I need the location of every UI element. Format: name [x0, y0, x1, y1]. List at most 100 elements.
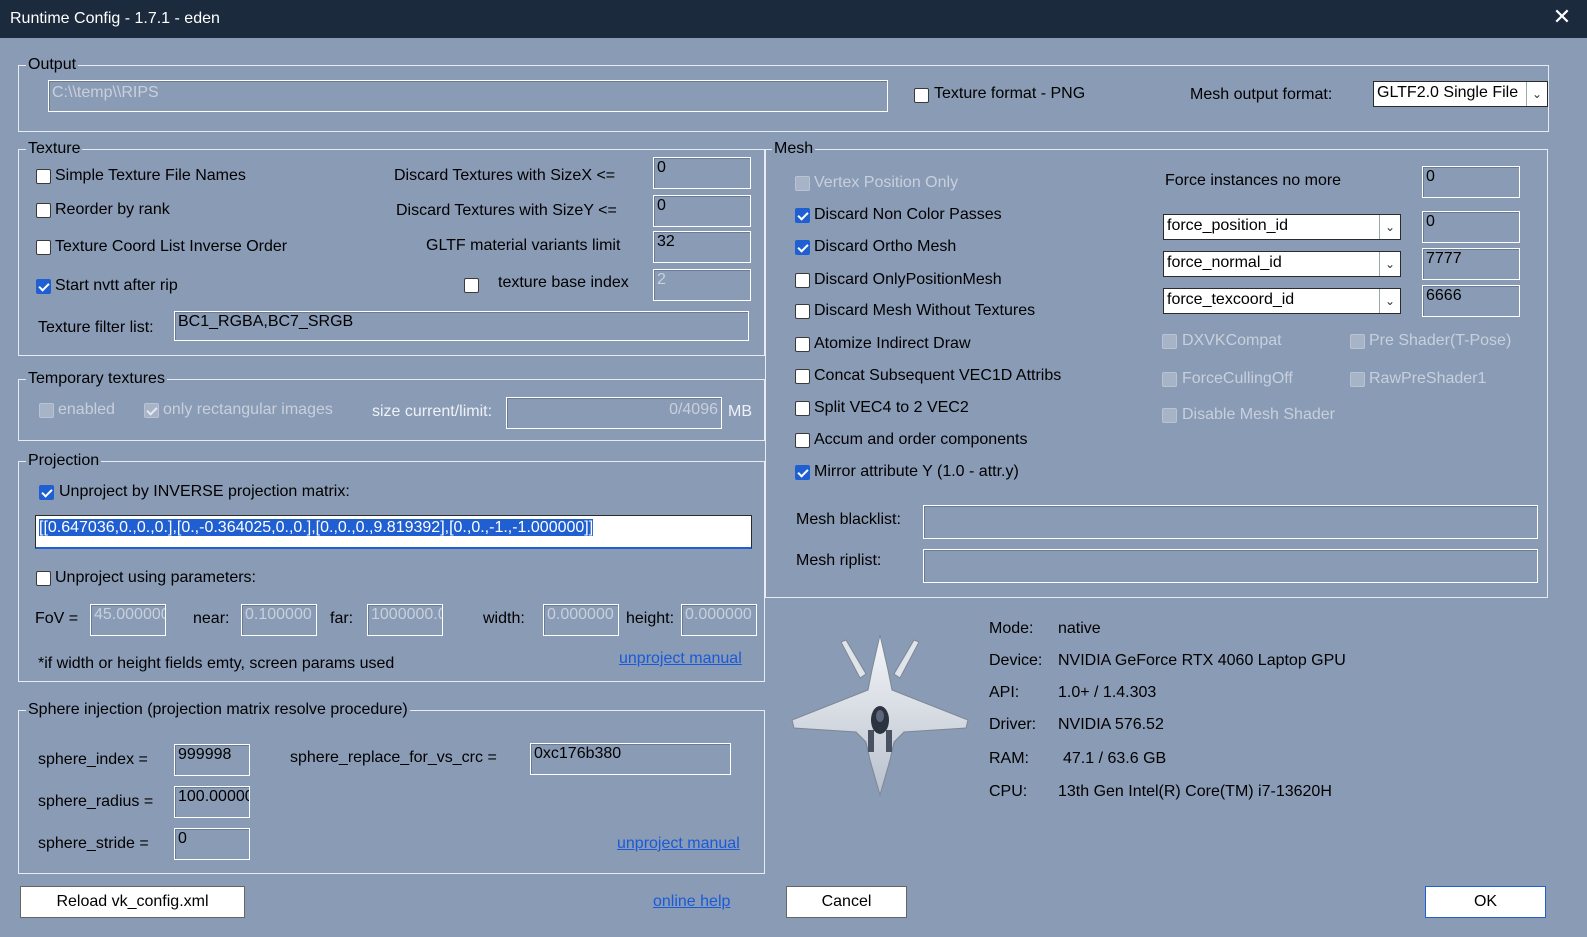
force-position-field[interactable]: 0 [1422, 211, 1520, 243]
reorder-rank-checkbox[interactable] [36, 203, 51, 218]
title-bar: Runtime Config - 1.7.1 - eden ✕ [0, 0, 1587, 38]
info-cpu-key: CPU: [989, 783, 1028, 800]
discard-no-tex-label: Discard Mesh Without Textures [814, 302, 1036, 319]
atomize-checkbox[interactable] [795, 337, 810, 352]
near-field[interactable]: 0.100000 [241, 604, 317, 636]
dxvk-label: DXVKCompat [1182, 332, 1282, 349]
force-texcoord-select[interactable]: force_texcoord_id ⌄ [1163, 288, 1401, 314]
sphere-replace-field[interactable]: 0xc176b380 [530, 743, 731, 775]
info-device-value: NVIDIA GeForce RTX 4060 Laptop GPU [1058, 652, 1346, 669]
force-normal-select-value: force_normal_id [1167, 254, 1282, 271]
info-cpu-value: 13th Gen Intel(R) Core(TM) i7-13620H [1058, 783, 1332, 800]
mesh-blacklist-field[interactable] [923, 505, 1538, 539]
coord-inverse-checkbox[interactable] [36, 240, 51, 255]
params-label: Unproject using parameters: [55, 569, 256, 586]
simple-names-checkbox[interactable] [36, 169, 51, 184]
discard-y-label: Discard Textures with SizeY <= [396, 202, 617, 219]
discard-y-field[interactable]: 0 [653, 195, 751, 227]
accum-checkbox[interactable] [795, 433, 810, 448]
sphere-radius-label: sphere_radius = [38, 793, 154, 810]
temp-rect-label: only rectangular images [163, 401, 333, 418]
discard-x-label: Discard Textures with SizeX <= [394, 167, 616, 184]
sphere-index-label: sphere_index = [38, 751, 148, 768]
sphere-stride-field[interactable]: 0 [174, 828, 250, 860]
concat-label: Concat Subsequent VEC1D Attribs [814, 367, 1062, 384]
simple-names-label: Simple Texture File Names [55, 167, 246, 184]
info-mode-value: native [1058, 620, 1101, 637]
mesh-format-select[interactable]: GLTF2.0 Single File ⌄ [1373, 81, 1548, 107]
reorder-rank-label: Reorder by rank [55, 201, 170, 218]
mirror-checkbox[interactable] [795, 465, 810, 480]
base-index-field[interactable]: 2 [653, 269, 751, 301]
chevron-down-icon: ⌄ [1379, 252, 1400, 276]
projection-note: *if width or height fields emty, screen … [38, 655, 395, 672]
vertex-pos-only-label: Vertex Position Only [814, 174, 959, 191]
raw-pre-shader-checkbox[interactable] [1350, 372, 1365, 387]
near-label: near: [193, 610, 230, 627]
online-help-link[interactable]: online help [653, 893, 730, 911]
info-api-key: API: [989, 684, 1020, 701]
texture-png-checkbox[interactable] [914, 88, 929, 103]
temp-rect-checkbox[interactable] [144, 403, 159, 418]
temp-size-field[interactable]: 0/4096 [506, 397, 722, 429]
vertex-pos-only-checkbox[interactable] [795, 176, 810, 191]
mirror-label: Mirror attribute Y (1.0 - attr.y) [814, 463, 1019, 480]
texture-filter-field[interactable]: BC1_RGBA,BC7_SRGB [174, 311, 749, 341]
disable-mesh-shader-checkbox[interactable] [1162, 408, 1177, 423]
sphere-stride-label: sphere_stride = [38, 835, 149, 852]
fov-label: FoV = [35, 610, 79, 627]
mesh-format-label: Mesh output format: [1190, 86, 1333, 103]
discard-ortho-checkbox[interactable] [795, 240, 810, 255]
force-texcoord-select-value: force_texcoord_id [1167, 291, 1295, 308]
sphere-index-field[interactable]: 999998 [174, 744, 250, 776]
info-ram-value: 47.1 / 63.6 GB [1063, 750, 1167, 767]
force-instances-field[interactable]: 0 [1422, 166, 1520, 198]
pre-shader-checkbox[interactable] [1350, 334, 1365, 349]
texture-png-label: Texture format - PNG [934, 85, 1086, 102]
start-nvtt-checkbox[interactable] [36, 279, 51, 294]
force-texcoord-field[interactable]: 6666 [1422, 285, 1520, 317]
discard-non-color-checkbox[interactable] [795, 208, 810, 223]
discard-only-pos-checkbox[interactable] [795, 273, 810, 288]
force-normal-field[interactable]: 7777 [1422, 248, 1520, 280]
sphere-manual-link[interactable]: unproject manual [617, 835, 740, 853]
close-icon[interactable]: ✕ [1551, 6, 1573, 28]
info-api-value: 1.0+ / 1.4.303 [1058, 684, 1157, 701]
inverse-matrix-checkbox[interactable] [39, 485, 54, 500]
disable-mesh-shader-label: Disable Mesh Shader [1182, 406, 1335, 423]
pre-shader-label: Pre Shader(T-Pose) [1369, 332, 1512, 349]
temp-enabled-checkbox[interactable] [39, 403, 54, 418]
gltf-variants-field[interactable]: 32 [653, 231, 751, 263]
accum-label: Accum and order components [814, 431, 1028, 448]
force-position-select[interactable]: force_position_id ⌄ [1163, 214, 1401, 240]
ok-button[interactable]: OK [1425, 886, 1546, 918]
discard-x-field[interactable]: 0 [653, 157, 751, 189]
raw-pre-shader-label: RawPreShader1 [1369, 370, 1487, 387]
force-normal-select[interactable]: force_normal_id ⌄ [1163, 251, 1401, 277]
start-nvtt-label: Start nvtt after rip [55, 277, 178, 294]
discard-no-tex-checkbox[interactable] [795, 304, 810, 319]
height-field[interactable]: 0.000000 [681, 604, 757, 636]
width-field[interactable]: 0.000000 [543, 604, 619, 636]
gltf-variants-label: GLTF material variants limit [426, 237, 621, 254]
temp-size-unit: MB [728, 403, 752, 420]
info-ram-key: RAM: [989, 750, 1029, 767]
force-culling-checkbox[interactable] [1162, 372, 1177, 387]
projection-manual-link[interactable]: unproject manual [619, 650, 742, 668]
fov-field[interactable]: 45.000000 [90, 604, 166, 636]
far-field[interactable]: 1000000.0 [367, 604, 443, 636]
mesh-riplist-field[interactable] [923, 549, 1538, 583]
reload-config-button[interactable]: Reload vk_config.xml [20, 886, 245, 918]
output-path-field[interactable]: C:\\temp\\RIPS [48, 80, 888, 112]
force-position-select-value: force_position_id [1167, 217, 1288, 234]
params-checkbox[interactable] [36, 571, 51, 586]
cancel-button[interactable]: Cancel [786, 886, 907, 918]
sphere-radius-field[interactable]: 100.000000 [174, 786, 250, 818]
concat-checkbox[interactable] [795, 369, 810, 384]
mesh-blacklist-label: Mesh blacklist: [796, 511, 901, 528]
mesh-group-title: Mesh [772, 140, 816, 158]
split-checkbox[interactable] [795, 401, 810, 416]
dxvk-checkbox[interactable] [1162, 334, 1177, 349]
base-index-checkbox[interactable] [464, 278, 479, 293]
inverse-matrix-input[interactable]: [[0.647036,0.,0.,0.],[0.,-0.364025,0.,0.… [35, 515, 752, 549]
